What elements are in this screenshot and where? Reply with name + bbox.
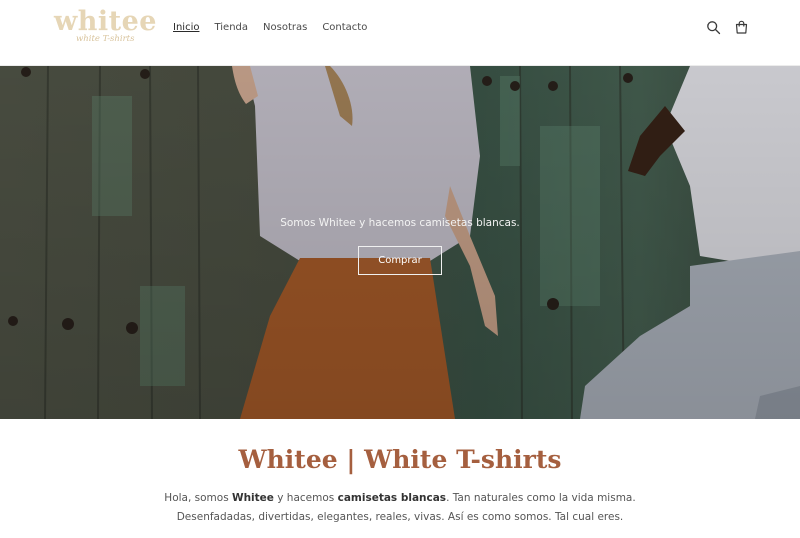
logo[interactable]: whitee white T-shirts <box>54 6 157 48</box>
intro-product-bold: camisetas blancas <box>337 492 447 504</box>
shop-button[interactable]: Comprar <box>358 246 442 275</box>
page-title: Whitee | White T-shirts <box>238 445 562 474</box>
search-icon[interactable] <box>706 20 721 35</box>
intro-brand-bold: Whitee <box>232 492 274 504</box>
hero-banner: Somos Whitee y hacemos camisetas blancas… <box>0 66 800 419</box>
cart-icon[interactable] <box>734 20 749 35</box>
nav-item-inicio[interactable]: Inicio <box>173 21 199 35</box>
main-nav: Inicio Tienda Nosotras Contacto <box>173 21 367 35</box>
intro-text-1: Hola, somos <box>164 492 232 504</box>
nav-item-contacto[interactable]: Contacto <box>322 21 367 35</box>
hero-tagline: Somos Whitee y hacemos camisetas blancas… <box>280 217 520 229</box>
intro-paragraph: Hola, somos Whitee y hacemos camisetas b… <box>160 489 640 526</box>
site-header: whitee white T-shirts Inicio Tienda Noso… <box>0 0 800 66</box>
intro-text-2: y hacemos <box>273 492 338 504</box>
nav-item-nosotras[interactable]: Nosotras <box>263 21 307 35</box>
nav-item-tienda[interactable]: Tienda <box>214 21 248 35</box>
logo-tagline: white T-shirts <box>76 34 135 44</box>
hero-image <box>0 66 800 419</box>
logo-wordmark: whitee <box>54 6 157 37</box>
